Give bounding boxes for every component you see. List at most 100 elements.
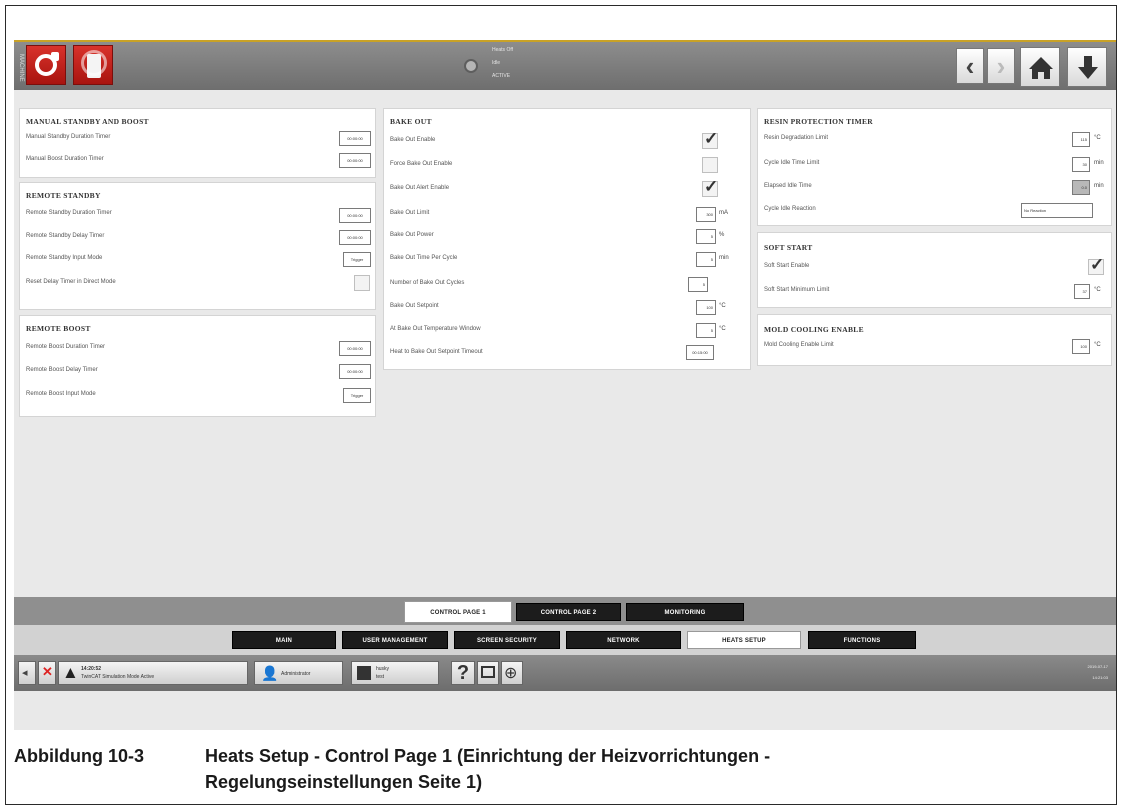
alarm-banner[interactable]: ▲ 14:20:52 TwinCAT Simulation Mode Activ… xyxy=(58,661,248,685)
tab-main[interactable]: MAIN xyxy=(232,631,336,649)
remote-standby-delay-field[interactable]: 00:00:00 xyxy=(339,230,371,245)
tab-control-page-1[interactable]: CONTROL PAGE 1 xyxy=(404,601,512,623)
section-title: RESIN PROTECTION TIMER xyxy=(764,117,873,126)
tab-network[interactable]: NETWORK xyxy=(566,631,681,649)
sub-tab-bar: CONTROL PAGE 1 CONTROL PAGE 2 MONITORING xyxy=(14,597,1116,625)
alarm-mute-button[interactable]: ✕ xyxy=(38,661,56,685)
tab-screen-security[interactable]: SCREEN SECURITY xyxy=(454,631,560,649)
bake-out-time-field[interactable]: 5 xyxy=(696,252,716,267)
remote-standby-input-mode-select[interactable]: Trigger xyxy=(343,252,371,267)
user-name: Administrator xyxy=(281,671,311,677)
row-label: Bake Out Enable xyxy=(390,137,436,143)
remote-boost-duration-field[interactable]: 00:00:00 xyxy=(339,341,371,356)
user-icon: 👤 xyxy=(261,665,279,681)
row-label: Bake Out Alert Enable xyxy=(390,185,450,191)
cycle-idle-reaction-select[interactable]: No Reaction xyxy=(1021,203,1093,218)
soft-start-panel: SOFT START Soft Start Enable Soft Start … xyxy=(757,232,1112,308)
estop-button[interactable] xyxy=(26,45,66,85)
unit-label: °C xyxy=(1094,342,1101,348)
alarm-text: TwinCAT Simulation Mode Active xyxy=(81,674,155,680)
row-label: Remote Standby Delay Timer xyxy=(26,233,105,239)
tab-heats-setup[interactable]: HEATS SETUP xyxy=(687,631,801,649)
system-time: 14:21:03 xyxy=(1092,675,1108,680)
row-label: Remote Boost Input Mode xyxy=(26,391,96,397)
lockout-button[interactable] xyxy=(73,45,113,85)
bake-out-panel: BAKE OUT Bake Out Enable Force Bake Out … xyxy=(383,108,751,370)
figure-number: Abbildung 10-3 xyxy=(14,746,144,766)
row-label: Number of Bake Out Cycles xyxy=(390,280,465,286)
nav-next-button[interactable]: › xyxy=(987,48,1015,84)
row-label: Cycle Idle Time Limit xyxy=(764,160,820,166)
remote-boost-delay-field[interactable]: 00:00:00 xyxy=(339,364,371,379)
tab-functions[interactable]: FUNCTIONS xyxy=(808,631,916,649)
tab-control-page-2[interactable]: CONTROL PAGE 2 xyxy=(516,603,621,621)
unit-label: °C xyxy=(1094,287,1101,293)
bake-out-setpoint-field[interactable]: 100 xyxy=(696,300,716,315)
mold-button[interactable]: husky test xyxy=(351,661,439,685)
side-tag: MACHINE xyxy=(18,54,24,82)
top-bar: MACHINE Heats Off Idle ACTIVE ‹ › xyxy=(14,40,1116,90)
language-button[interactable]: ⊕ xyxy=(501,661,523,685)
bake-out-alert-checkbox[interactable] xyxy=(702,177,718,197)
row-label: At Bake Out Temperature Window xyxy=(390,326,481,332)
alarm-mute-icon: ✕ xyxy=(42,664,53,679)
help-button[interactable]: ? xyxy=(451,661,475,685)
mold-cooling-limit-field[interactable]: 100 xyxy=(1072,339,1090,354)
row-label: Elapsed Idle Time xyxy=(764,183,812,189)
section-title: SOFT START xyxy=(764,243,813,252)
unit-label: min xyxy=(1094,183,1104,189)
status-line-3: ACTIVE xyxy=(492,73,511,79)
row-label: Bake Out Setpoint xyxy=(390,303,439,309)
remote-boost-input-mode-select[interactable]: Trigger xyxy=(343,388,371,403)
row-label: Bake Out Power xyxy=(390,232,434,238)
download-button[interactable] xyxy=(1067,47,1107,87)
row-label: Manual Boost Duration Timer xyxy=(26,156,104,162)
bake-out-power-field[interactable]: 5 xyxy=(696,229,716,244)
warning-icon: ▲ xyxy=(62,663,79,682)
speaker-icon: ◂ xyxy=(22,667,28,679)
user-button[interactable]: 👤 Administrator xyxy=(254,661,343,685)
bake-out-enable-checkbox[interactable] xyxy=(702,129,718,149)
row-label: Mold Cooling Enable Limit xyxy=(764,342,834,348)
manual-standby-duration-field[interactable]: 00:00:00 xyxy=(339,131,371,146)
row-label: Bake Out Limit xyxy=(390,210,430,216)
nav-prev-button[interactable]: ‹ xyxy=(956,48,984,84)
caption-line-2: Regelungseinstellungen Seite 1) xyxy=(205,772,483,792)
reset-delay-timer-checkbox[interactable] xyxy=(354,275,370,291)
mold-name: husky xyxy=(376,666,390,672)
bake-out-limit-field[interactable]: 300 xyxy=(696,207,716,222)
unit-label: °C xyxy=(719,303,726,309)
manual-standby-boost-panel: MANUAL STANDBY AND BOOST Manual Standby … xyxy=(19,108,376,178)
soft-start-enable-checkbox[interactable] xyxy=(1088,255,1104,275)
resin-protection-panel: RESIN PROTECTION TIMER Resin Degradation… xyxy=(757,108,1112,226)
hmi-screen: MACHINE Heats Off Idle ACTIVE ‹ › MANUAL… xyxy=(14,40,1116,730)
alarm-time: 14:20:52 xyxy=(81,666,102,672)
soft-start-minimum-field[interactable]: 37 xyxy=(1074,284,1090,299)
mold-icon xyxy=(357,666,371,680)
bake-out-cycles-field[interactable]: 5 xyxy=(688,277,708,292)
force-bake-out-checkbox[interactable] xyxy=(702,157,718,173)
bake-out-window-field[interactable]: 5 xyxy=(696,323,716,338)
screenshot-button[interactable] xyxy=(477,661,499,685)
row-label: Heat to Bake Out Setpoint Timeout xyxy=(390,349,483,355)
tab-monitoring[interactable]: MONITORING xyxy=(626,603,744,621)
volume-button[interactable]: ◂ xyxy=(18,661,36,685)
main-tab-bar: MAIN USER MANAGEMENT SCREEN SECURITY NET… xyxy=(14,625,1116,655)
caption-line-1: Heats Setup - Control Page 1 (Einrichtun… xyxy=(205,746,771,766)
unit-label: mA xyxy=(719,210,728,216)
row-label: Reset Delay Timer in Direct Mode xyxy=(26,279,116,285)
home-button[interactable] xyxy=(1020,47,1060,87)
cycle-idle-time-field[interactable]: 30 xyxy=(1072,157,1090,172)
row-label: Remote Standby Input Mode xyxy=(26,255,103,261)
power-icon xyxy=(35,52,59,76)
remote-standby-duration-field[interactable]: 00:00:00 xyxy=(339,208,371,223)
manual-boost-duration-field[interactable]: 00:00:00 xyxy=(339,153,371,168)
section-title: BAKE OUT xyxy=(390,117,432,126)
mold-cooling-panel: MOLD COOLING ENABLE Mold Cooling Enable … xyxy=(757,314,1112,366)
bake-out-timeout-field[interactable]: 00:15:00 xyxy=(686,345,714,360)
tab-user-management[interactable]: USER MANAGEMENT xyxy=(342,631,448,649)
home-icon xyxy=(1029,57,1053,79)
resin-degradation-field[interactable]: 115 xyxy=(1072,132,1090,147)
unit-label: °C xyxy=(719,326,726,332)
row-label: Soft Start Enable xyxy=(764,263,810,269)
